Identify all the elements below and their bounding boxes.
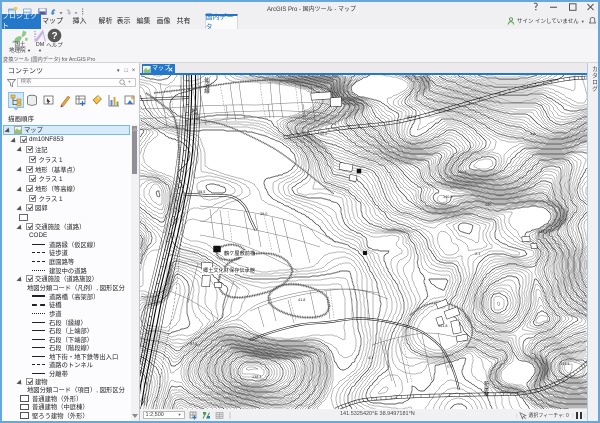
svg-text:38.5: 38.5 <box>198 190 205 194</box>
svg-text:40.2: 40.2 <box>320 132 327 136</box>
svg-text:37.5: 37.5 <box>190 342 197 346</box>
svg-text:?: ? <box>51 31 57 42</box>
svg-text:140.5: 140.5 <box>443 195 453 199</box>
svg-text:41.8: 41.8 <box>298 298 305 302</box>
svg-text:新屋敷: 新屋敷 <box>483 380 489 397</box>
svg-text:143.1: 143.1 <box>560 362 570 366</box>
svg-text:2.1: 2.1 <box>475 252 480 256</box>
svg-text:140.4: 140.4 <box>457 170 467 174</box>
svg-text:3.2: 3.2 <box>530 132 535 136</box>
svg-text:鶴ケ屋敷前櫓: 鶴ケ屋敷前櫓 <box>224 249 256 257</box>
svg-text:141.8: 141.8 <box>438 324 448 328</box>
svg-text:138.4: 138.4 <box>252 375 262 379</box>
svg-text:143.0: 143.0 <box>406 115 416 119</box>
svg-text:郷土文化財保存伝承館: 郷土文化財保存伝承館 <box>203 266 255 274</box>
svg-text:39.0: 39.0 <box>260 212 267 216</box>
svg-text:143.1: 143.1 <box>538 230 548 234</box>
svg-text:140: 140 <box>485 203 491 207</box>
svg-text:仙沼線: 仙沼線 <box>203 75 210 93</box>
svg-text:4.1: 4.1 <box>368 356 373 360</box>
svg-text:松川: 松川 <box>190 107 197 120</box>
